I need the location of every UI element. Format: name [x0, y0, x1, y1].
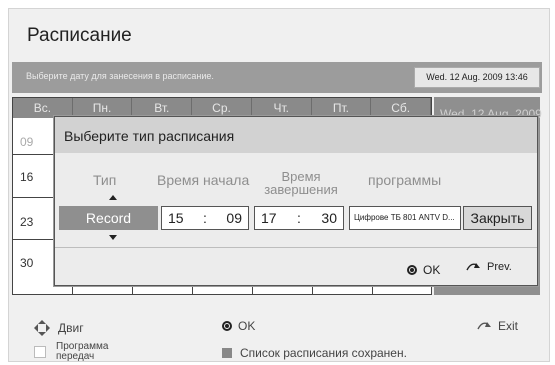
weekday-fri: Пт. [312, 98, 372, 118]
weekday-tue: Вт. [132, 98, 193, 118]
weekday-mon: Пн. [73, 98, 133, 118]
end-minute[interactable]: 30 [321, 210, 337, 226]
program-selector[interactable]: Цифрове ТБ 801 ANTV D... [349, 206, 461, 230]
end-hour[interactable]: 17 [261, 210, 277, 226]
dialog-divider [55, 247, 537, 248]
footer-move-hint: Двиг [34, 320, 84, 336]
type-column-label: Тип [93, 172, 117, 188]
weekday-wed: Ср. [192, 98, 252, 118]
calendar-header: Вс. Пн. Вт. Ср. Чт. Пт. Сб. [13, 98, 432, 118]
close-button[interactable]: Закрыть [463, 206, 532, 230]
start-minute[interactable]: 09 [226, 210, 242, 226]
calendar-day[interactable]: 16 [20, 170, 33, 184]
calendar-day[interactable]: 09 [20, 135, 33, 149]
start-time-column-label: Время начала [157, 172, 250, 188]
move-arrows-icon [34, 320, 50, 336]
weekday-sat: Сб. [371, 98, 432, 118]
ok-button-icon [407, 265, 417, 275]
current-date: Wed. 12 Aug. 2009 13:46 [414, 67, 540, 88]
ok-button-icon [222, 321, 232, 331]
footer-ok-hint: OK [222, 319, 255, 333]
calendar-day[interactable]: 30 [20, 256, 33, 270]
end-time-column-label: Время завершения [253, 170, 349, 196]
footer-saved-status: Список расписания сохранен. [222, 346, 407, 360]
dialog-ok-hint[interactable]: OK [407, 263, 440, 277]
type-down-arrow-icon[interactable] [109, 235, 117, 240]
weekday-sun: Вс. [13, 98, 73, 118]
weekday-thu: Чт. [252, 98, 312, 118]
type-up-arrow-icon[interactable] [109, 195, 117, 200]
return-icon [466, 263, 480, 271]
footer-ok-label: OK [238, 319, 256, 333]
info-hint: Выберите дату для занесения в расписание… [26, 71, 214, 81]
legend-label-line2: передач [56, 351, 95, 362]
footer-exit-hint[interactable]: Exit [476, 319, 518, 333]
start-time-field[interactable]: 15 : 09 [161, 206, 249, 230]
page-title: Расписание [27, 25, 132, 46]
start-hour[interactable]: 15 [168, 210, 184, 226]
dialog-ok-label: OK [423, 263, 441, 277]
calendar-day[interactable]: 23 [20, 215, 33, 229]
dialog-prev-label: Prev. [487, 261, 512, 273]
saved-status-label: Список расписания сохранен. [240, 346, 407, 360]
legend-checkbox [34, 346, 46, 358]
end-time-label-line2: завершения [264, 182, 338, 197]
type-selector[interactable]: Record [59, 206, 158, 230]
footer-legend-program: Программа передач [34, 342, 108, 362]
info-bar: Выберите дату для занесения в расписание… [12, 62, 542, 93]
return-icon [477, 322, 491, 330]
schedule-type-dialog: Выберите тип расписания Тип Время начала… [54, 116, 538, 286]
footer-move-label: Двиг [58, 321, 84, 335]
dialog-header: Выберите тип расписания [55, 117, 537, 153]
saved-indicator-square [222, 348, 232, 358]
time-separator: : [203, 210, 207, 226]
end-time-field[interactable]: 17 : 30 [254, 206, 344, 230]
program-column-label: программы [368, 172, 442, 188]
legend-label: Программа передач [56, 342, 108, 362]
footer-exit-label: Exit [498, 319, 519, 333]
dialog-prev-hint[interactable]: Prev. [465, 261, 512, 273]
time-separator: : [297, 210, 301, 226]
dialog-title: Выберите тип расписания [64, 128, 235, 144]
